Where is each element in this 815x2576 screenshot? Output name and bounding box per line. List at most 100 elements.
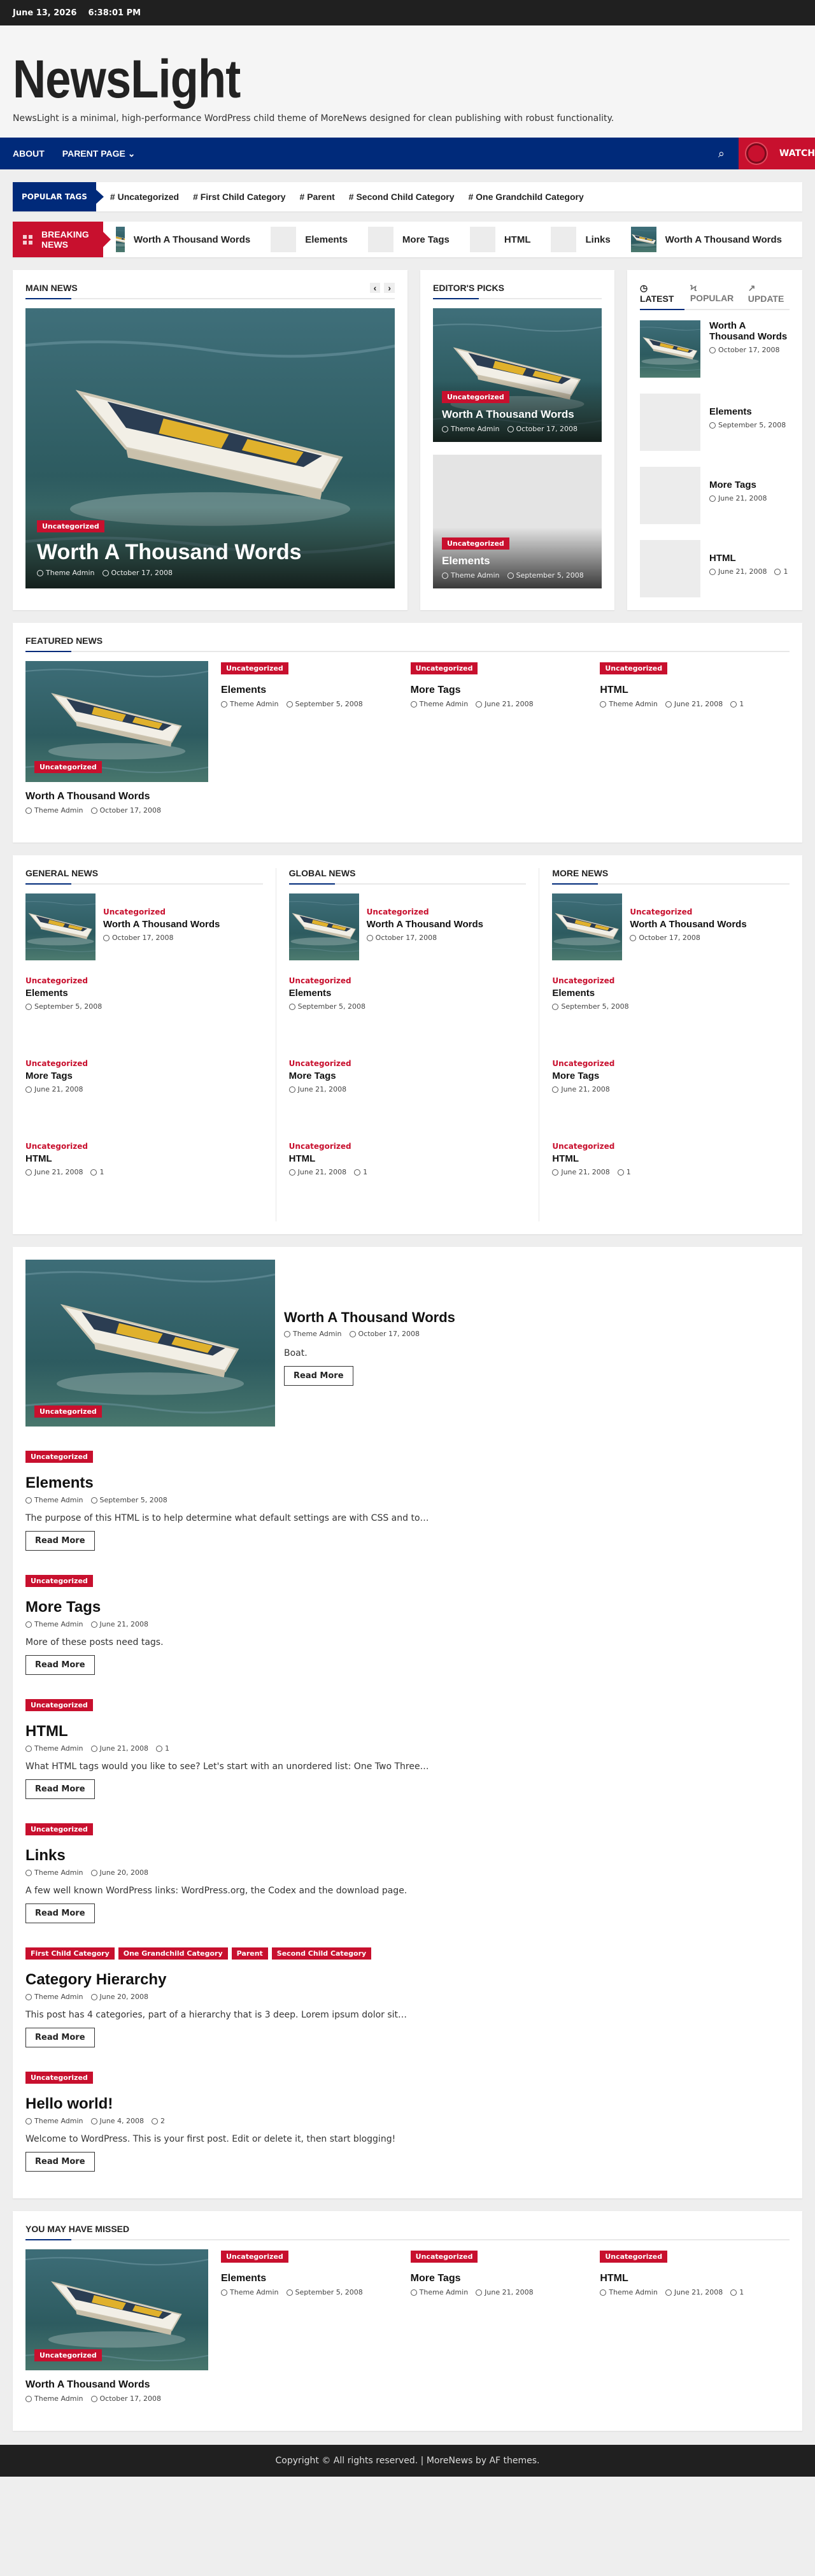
post-headline[interactable]: Worth A Thousand Words [367,919,483,930]
main-news-slide[interactable]: Uncategorized Worth A Thousand Words The… [25,308,395,589]
previous-arrow-icon[interactable]: ‹ [369,283,381,294]
main-news-headline[interactable]: Worth A Thousand Words [37,540,383,565]
post-headline[interactable]: Elements [221,2273,411,2284]
editors-pick-card[interactable]: Uncategorized Worth A Thousand Words The… [433,308,602,443]
category-badge[interactable]: Uncategorized [34,2349,102,2362]
read-more-button[interactable]: Read More [25,1531,95,1551]
post-thumbnail[interactable]: Uncategorized [25,661,208,783]
tab-update[interactable]: ↗ UPDATE [748,283,790,304]
post-headline[interactable]: Elements [552,988,628,999]
comments-meta[interactable]: 2 [151,2117,165,2125]
author-meta[interactable]: Theme Admin [25,1496,83,1504]
category-badge[interactable]: Uncategorized [25,1575,93,1588]
category-link[interactable]: Uncategorized [630,907,746,916]
comments-meta[interactable]: 1 [730,2288,744,2296]
category-link[interactable]: Uncategorized [103,907,220,916]
post-thumbnail[interactable] [552,893,623,961]
ticker-item[interactable]: More Tags [367,227,450,253]
comments-meta[interactable]: 1 [155,1744,169,1753]
post-headline[interactable]: Elements [25,988,102,999]
tag-link[interactable]: # First Child Category [193,192,285,202]
category-link[interactable]: Uncategorized [25,1059,88,1068]
category-badge[interactable]: Second Child Category [271,1947,372,1960]
post-headline[interactable]: More Tags [411,2273,600,2284]
category-badge[interactable]: Uncategorized [25,1699,93,1712]
post-headline[interactable]: Category Hierarchy [25,1971,790,1989]
category-link[interactable]: Uncategorized [25,1142,104,1151]
author-meta[interactable]: Theme Admin [284,1330,342,1338]
ticker-item[interactable]: HTML [469,227,530,253]
author-meta[interactable]: Theme Admin [25,2395,83,2403]
tab-list-item[interactable]: HTML June 21, 2008 1 [640,540,790,598]
comments-meta[interactable]: 1 [354,1168,367,1176]
editors-pick-card[interactable]: Uncategorized Elements Theme Admin Septem… [433,455,602,589]
author-meta[interactable]: Theme Admin [410,700,468,708]
post-headline[interactable]: Worth A Thousand Words [25,2379,208,2391]
author-meta[interactable]: Theme Admin [442,425,500,433]
post-thumbnail[interactable] [25,893,96,961]
category-badge[interactable]: Uncategorized [37,520,104,533]
post-headline[interactable]: Links [25,1847,790,1865]
post-headline[interactable]: HTML [289,1153,367,1164]
post-headline[interactable]: More Tags [411,685,600,696]
post-thumbnail[interactable]: Uncategorized [25,1260,275,1427]
read-more-button[interactable]: Read More [25,2152,95,2172]
tab-item-headline[interactable]: Elements [709,406,786,417]
author-meta[interactable]: Theme Admin [25,1744,83,1753]
ticker-item[interactable]: Links [551,227,611,253]
post-headline[interactable]: Worth A Thousand Words [25,791,208,802]
comments-meta[interactable]: 1 [774,567,788,576]
category-badge[interactable]: Uncategorized [25,2072,93,2084]
read-more-button[interactable]: Read More [25,2028,95,2048]
author-meta[interactable]: Theme Admin [25,806,83,815]
tag-link[interactable]: # Parent [300,192,335,202]
nav-item-parent-page[interactable]: PARENT PAGE ⌄ [62,148,136,159]
ticker-item[interactable]: Elements [271,227,348,253]
next-arrow-icon[interactable]: › [384,283,395,294]
post-headline[interactable]: Elements [25,1474,790,1492]
comments-meta[interactable]: 1 [90,1168,104,1176]
author-meta[interactable]: Theme Admin [25,1993,83,2001]
tag-link[interactable]: # Uncategorized [110,192,179,202]
category-link[interactable]: Uncategorized [289,1059,351,1068]
category-badge[interactable]: Uncategorized [221,2251,288,2263]
tab-list-item[interactable]: Worth A Thousand Words October 17, 2008 [640,320,790,378]
category-badge[interactable]: Uncategorized [221,662,288,675]
read-more-button[interactable]: Read More [284,1366,353,1386]
category-link[interactable]: Uncategorized [25,976,102,985]
category-link[interactable]: Uncategorized [289,976,365,985]
category-badge[interactable]: Uncategorized [25,1451,93,1463]
author-meta[interactable]: Theme Admin [25,1620,83,1628]
category-badge[interactable]: Uncategorized [600,662,668,675]
nav-item-about[interactable]: ABOUT [13,148,45,159]
author-meta[interactable]: Theme Admin [25,1868,83,1877]
read-more-button[interactable]: Read More [25,1779,95,1800]
author-meta[interactable]: Theme Admin [221,2288,279,2296]
post-headline[interactable]: HTML [600,685,790,696]
tab-latest[interactable]: ◷ LATEST [640,283,680,304]
category-badge[interactable]: One Grandchild Category [118,1947,228,1960]
post-headline[interactable]: HTML [25,1723,790,1740]
post-headline[interactable]: More Tags [289,1071,351,1081]
author-meta[interactable]: Theme Admin [600,700,658,708]
tab-item-headline[interactable]: HTML [709,553,788,564]
category-link[interactable]: Uncategorized [552,1059,614,1068]
post-headline[interactable]: Worth A Thousand Words [630,919,746,930]
comments-meta[interactable]: 1 [617,1168,631,1176]
watch-button[interactable]: WATCH [739,138,815,170]
post-thumbnail[interactable] [288,893,359,961]
category-badge[interactable]: Parent [231,1947,268,1960]
tab-item-headline[interactable]: More Tags [709,480,767,490]
author-meta[interactable]: Theme Admin [37,569,95,577]
editors-pick-headline[interactable]: Elements [442,555,593,567]
category-badge[interactable]: Uncategorized [442,537,509,550]
tab-list-item[interactable]: More Tags June 21, 2008 [640,467,790,525]
tab-item-headline[interactable]: Worth A Thousand Words [709,320,790,342]
post-headline[interactable]: Worth A Thousand Words [284,1309,455,1326]
post-headline[interactable]: Elements [221,685,411,696]
read-more-button[interactable]: Read More [25,1904,95,1924]
ticker-item[interactable]: Worth A Thousand Words [115,227,250,253]
post-headline[interactable]: HTML [600,2273,790,2284]
post-headline[interactable]: More Tags [552,1071,614,1081]
read-more-button[interactable]: Read More [25,1655,95,1676]
